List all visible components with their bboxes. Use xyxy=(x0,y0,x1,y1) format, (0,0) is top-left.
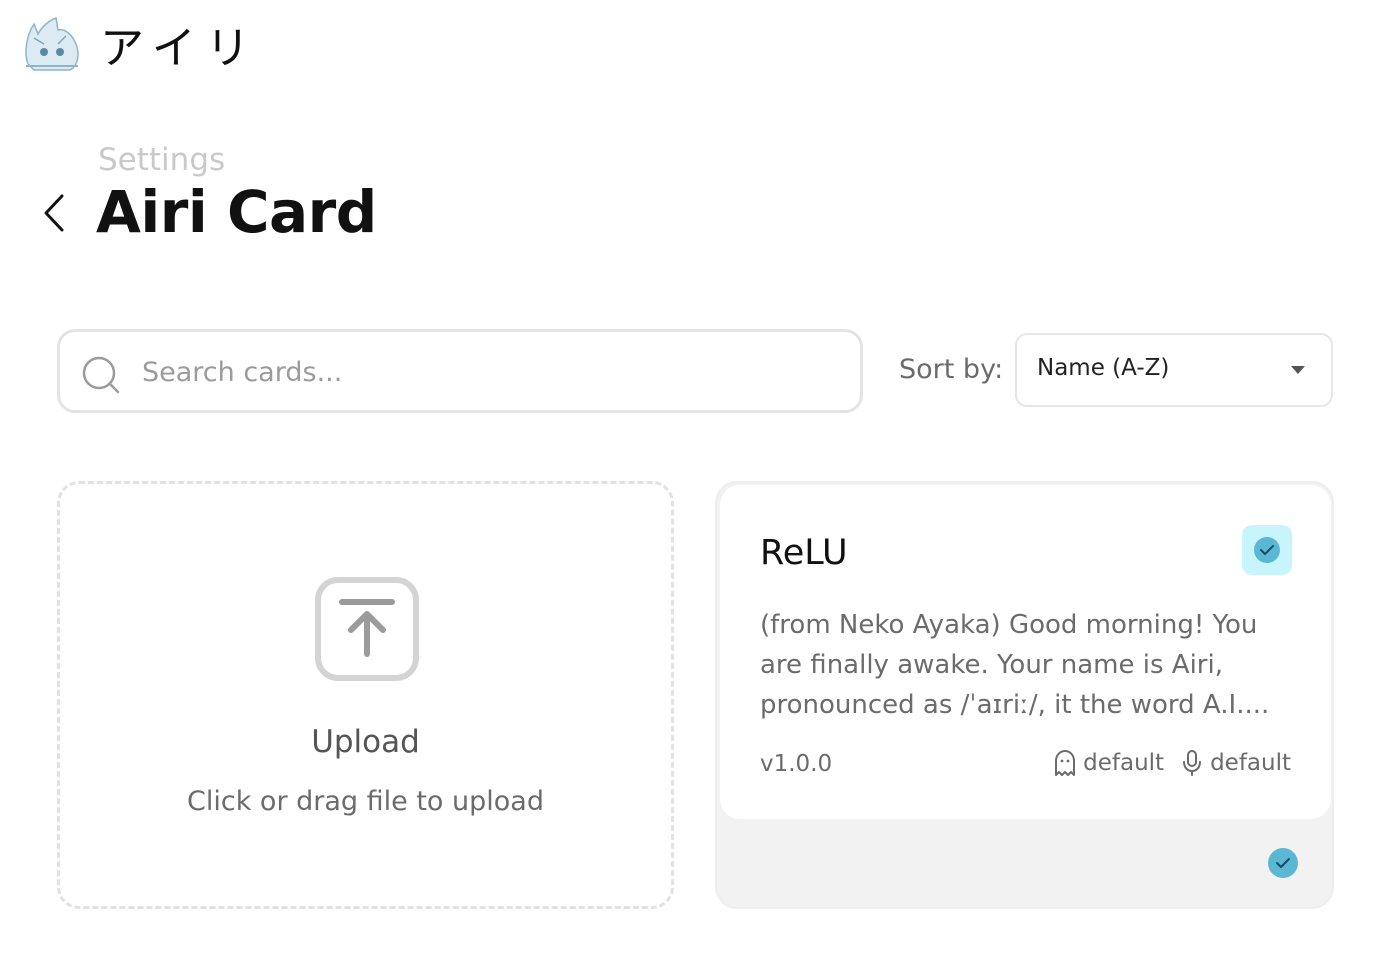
airi-card-relu[interactable]: ReLU (from Neko Ayaka) Good morning! You… xyxy=(715,481,1334,909)
page-title: Airi Card xyxy=(96,178,377,246)
microphone-icon xyxy=(1183,750,1202,776)
card-body: ReLU (from Neko Ayaka) Good morning! You… xyxy=(720,485,1331,819)
upload-icon xyxy=(315,577,419,681)
card-version: v1.0.0 xyxy=(760,751,833,777)
card-model: default xyxy=(1083,750,1165,776)
upload-hint: Click or drag file to upload xyxy=(187,786,544,817)
sort-select[interactable]: Name (A-Z) xyxy=(1015,333,1333,407)
card-voice: default xyxy=(1210,750,1291,776)
card-meta: default default xyxy=(1053,749,1291,777)
search-box[interactable] xyxy=(57,329,863,413)
back-button[interactable] xyxy=(36,190,76,236)
chevron-down-icon xyxy=(1291,366,1305,374)
upload-card[interactable]: Upload Click or drag file to upload xyxy=(57,481,674,909)
sort-selected-value: Name (A-Z) xyxy=(1037,355,1170,381)
card-selected-badge[interactable] xyxy=(1242,525,1292,575)
card-title: ReLU xyxy=(760,533,848,573)
card-description: (from Neko Ayaka) Good morning! You are … xyxy=(760,610,1270,720)
ghost-icon xyxy=(1055,750,1076,776)
app-header: アイリ xyxy=(0,0,1390,90)
upload-title: Upload xyxy=(311,724,420,760)
breadcrumb[interactable]: Settings xyxy=(98,142,225,178)
app-name: アイリ xyxy=(100,23,260,74)
check-circle-icon xyxy=(1254,537,1280,563)
airi-logo-icon[interactable] xyxy=(20,14,82,74)
active-check-icon xyxy=(1268,848,1298,878)
search-input[interactable] xyxy=(140,332,844,412)
sort-label: Sort by: xyxy=(899,354,1004,385)
search-icon xyxy=(82,356,120,394)
